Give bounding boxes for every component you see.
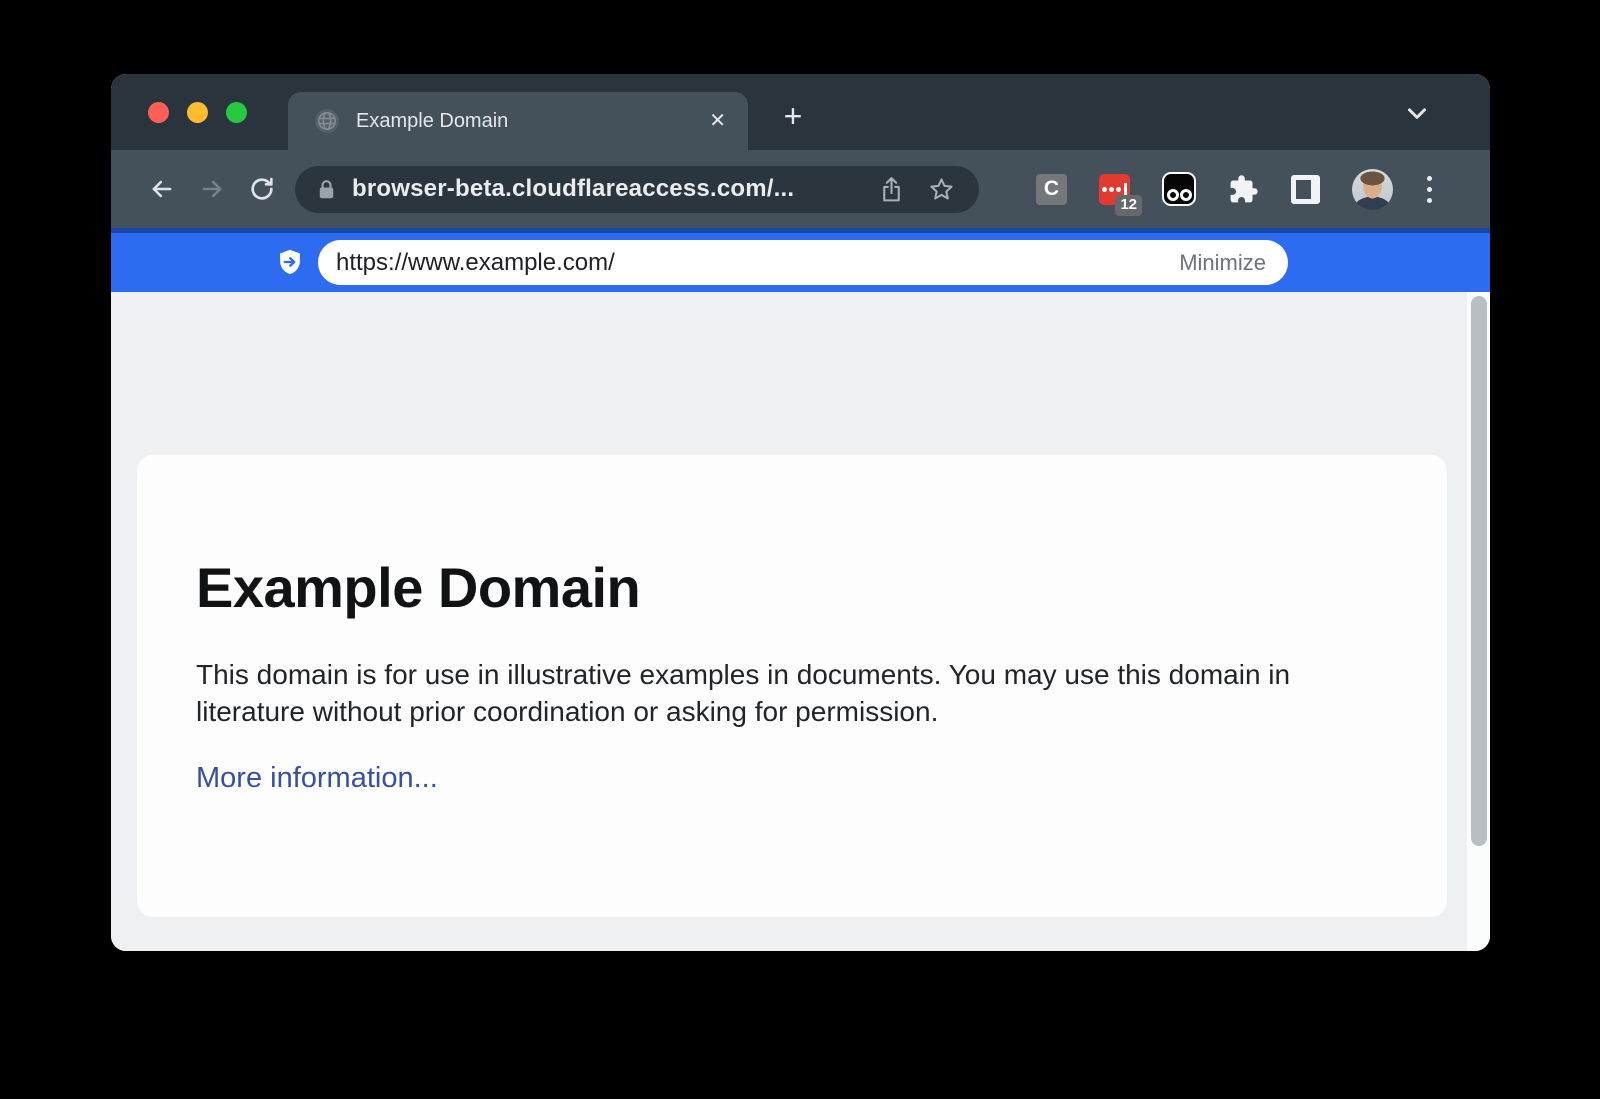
reload-button[interactable] xyxy=(237,164,287,214)
forward-button[interactable] xyxy=(187,164,237,214)
profile-avatar[interactable] xyxy=(1352,169,1393,210)
remote-url-text: https://www.example.com/ xyxy=(336,249,1179,277)
new-tab-button[interactable]: + xyxy=(773,96,813,136)
scrollbar-track[interactable] xyxy=(1467,292,1490,951)
side-panel-icon[interactable] xyxy=(1291,175,1320,204)
minimize-banner-button[interactable]: Minimize xyxy=(1179,250,1266,276)
back-button[interactable] xyxy=(137,164,187,214)
remote-browser-banner: https://www.example.com/ Minimize xyxy=(111,228,1490,292)
bookmark-star-icon[interactable] xyxy=(928,176,955,203)
page-paragraph: This domain is for use in illustrative e… xyxy=(196,656,1351,730)
browser-window: Example Domain ✕ + browser-beta.cloudfla… xyxy=(111,74,1490,951)
shield-arrow-icon[interactable] xyxy=(276,247,304,277)
close-window-button[interactable] xyxy=(148,102,169,123)
tab-close-icon[interactable]: ✕ xyxy=(705,107,730,135)
remote-url-field[interactable]: https://www.example.com/ Minimize xyxy=(318,240,1288,285)
fullscreen-window-button[interactable] xyxy=(226,102,247,123)
minimize-window-button[interactable] xyxy=(187,102,208,123)
globe-favicon-icon xyxy=(314,108,340,134)
extensions-row: C 12 xyxy=(1036,169,1434,210)
address-bar[interactable]: browser-beta.cloudflareaccess.com/... xyxy=(295,166,979,213)
extension-binoculars-icon[interactable] xyxy=(1162,172,1196,206)
lock-icon xyxy=(317,178,336,201)
page-title: Example Domain xyxy=(196,555,1387,620)
browser-toolbar: browser-beta.cloudflareaccess.com/... C … xyxy=(111,150,1490,228)
tab-example-domain[interactable]: Example Domain ✕ xyxy=(288,92,748,150)
more-information-link[interactable]: More information... xyxy=(196,762,438,795)
tab-search-chevron-icon[interactable] xyxy=(1402,98,1432,128)
extension-password-icon[interactable]: 12 xyxy=(1099,174,1130,205)
extension-c-icon[interactable]: C xyxy=(1036,174,1067,205)
window-controls xyxy=(148,102,247,123)
menu-kebab-icon[interactable] xyxy=(1425,174,1434,205)
share-icon[interactable] xyxy=(879,175,904,204)
tab-title: Example Domain xyxy=(356,110,705,133)
page-viewport: Example Domain This domain is for use in… xyxy=(111,292,1490,951)
tab-strip: Example Domain ✕ + xyxy=(111,74,1490,150)
extensions-puzzle-icon[interactable] xyxy=(1228,174,1259,205)
extension-badge: 12 xyxy=(1115,195,1142,216)
address-url-text: browser-beta.cloudflareaccess.com/... xyxy=(352,175,855,203)
scrollbar-thumb[interactable] xyxy=(1471,296,1487,846)
content-card: Example Domain This domain is for use in… xyxy=(137,455,1447,917)
